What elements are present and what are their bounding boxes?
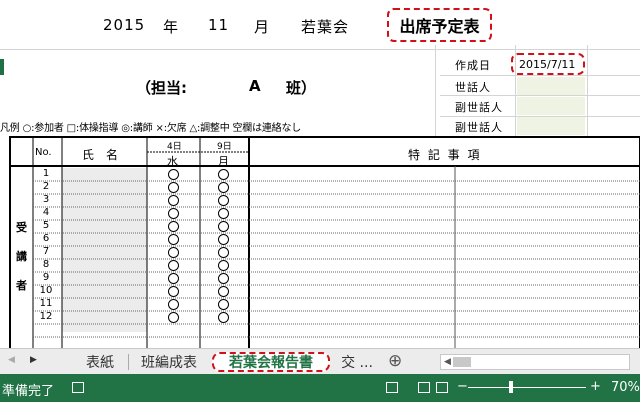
day2-attendance-mark[interactable] xyxy=(218,169,229,180)
day1-attendance-mark[interactable] xyxy=(168,182,179,193)
page-break-view-icon[interactable] xyxy=(436,382,448,393)
scroll-left-arrow-icon[interactable]: ◀ xyxy=(444,357,451,367)
row-number: 8 xyxy=(42,259,50,270)
row-number: 4 xyxy=(42,207,50,218)
day1-attendance-mark[interactable] xyxy=(168,312,179,323)
row-number: 10 xyxy=(39,285,53,296)
day2-attendance-mark[interactable] xyxy=(218,286,229,297)
scrollbar-thumb[interactable] xyxy=(453,357,471,367)
day1-attendance-mark[interactable] xyxy=(168,273,179,284)
zoom-slider-handle[interactable] xyxy=(509,381,513,393)
day2-attendance-mark[interactable] xyxy=(218,273,229,284)
row-number: 5 xyxy=(42,220,50,231)
day2-attendance-mark[interactable] xyxy=(218,312,229,323)
day2-weekday-header: 月 xyxy=(218,155,229,168)
day1-attendance-mark[interactable] xyxy=(168,247,179,258)
horizontal-scrollbar[interactable]: ◀ xyxy=(440,354,630,370)
row-number: 1 xyxy=(42,168,50,179)
notes-header: 特 記 事 項 xyxy=(408,148,482,162)
status-bar: 準備完了 − + 70% xyxy=(0,374,640,402)
day1-weekday-header: 水 xyxy=(167,155,178,168)
day2-attendance-mark[interactable] xyxy=(218,208,229,219)
day2-attendance-mark[interactable] xyxy=(218,182,229,193)
attendance-table-grid xyxy=(9,136,640,348)
day1-attendance-mark[interactable] xyxy=(168,221,179,232)
day2-date-header: 9日 xyxy=(217,142,232,152)
zoom-in-button[interactable]: + xyxy=(590,379,601,394)
row-number: 11 xyxy=(39,298,53,309)
day2-attendance-mark[interactable] xyxy=(218,221,229,232)
day2-attendance-mark[interactable] xyxy=(218,195,229,206)
side-label-ju: 受 xyxy=(16,221,27,234)
tab-scroll-left-icon[interactable]: ◀ xyxy=(8,355,15,365)
side-label-sha: 者 xyxy=(16,279,27,292)
day1-attendance-mark[interactable] xyxy=(168,260,179,271)
sheet-tab-bar: ◀ ▶ 表紙 班編成表 若葉会報告書 交 ... ⊕ ◀ xyxy=(0,348,640,374)
row-number: 9 xyxy=(42,272,50,283)
day2-attendance-mark[interactable] xyxy=(218,260,229,271)
add-sheet-icon[interactable]: ⊕ xyxy=(388,351,402,371)
row-number: 2 xyxy=(42,181,50,192)
zoom-level: 70% xyxy=(611,380,640,395)
row-number: 12 xyxy=(39,311,53,322)
tab-report[interactable]: 若葉会報告書 xyxy=(212,352,330,372)
day1-date-header: 4日 xyxy=(167,142,182,152)
day2-attendance-mark[interactable] xyxy=(218,247,229,258)
tab-scroll-right-icon[interactable]: ▶ xyxy=(30,355,37,365)
tab-more[interactable]: 交 ... xyxy=(334,352,380,372)
zoom-out-button[interactable]: − xyxy=(457,379,468,394)
day1-attendance-mark[interactable] xyxy=(168,208,179,219)
side-label-ko: 講 xyxy=(16,250,27,263)
spreadsheet-area[interactable]: 2015 年 11 月 若葉会 出席予定表 （担当: A 班） 作成日 2015… xyxy=(0,0,640,348)
tab-group-table[interactable]: 班編成表 xyxy=(130,352,208,372)
day1-attendance-mark[interactable] xyxy=(168,286,179,297)
day1-attendance-mark[interactable] xyxy=(168,195,179,206)
day1-attendance-mark[interactable] xyxy=(168,299,179,310)
zoom-slider-track[interactable] xyxy=(468,387,586,388)
row-number: 6 xyxy=(42,233,50,244)
day2-attendance-mark[interactable] xyxy=(218,234,229,245)
day1-attendance-mark[interactable] xyxy=(168,234,179,245)
sheet-status-icon[interactable] xyxy=(72,382,84,393)
row-number: 3 xyxy=(42,194,50,205)
day2-attendance-mark[interactable] xyxy=(218,299,229,310)
name-header: 氏 名 xyxy=(82,148,119,162)
row-number: 7 xyxy=(42,246,50,257)
no-header: No. xyxy=(35,147,52,158)
page-layout-view-icon[interactable] xyxy=(418,382,430,393)
status-ready: 準備完了 xyxy=(2,384,55,399)
tab-cover[interactable]: 表紙 xyxy=(74,352,126,372)
normal-view-icon[interactable] xyxy=(386,382,398,393)
day1-attendance-mark[interactable] xyxy=(168,169,179,180)
